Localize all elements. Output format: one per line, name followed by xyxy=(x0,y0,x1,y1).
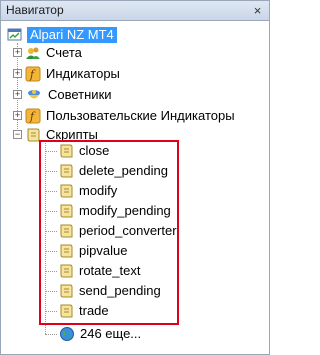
close-icon[interactable]: × xyxy=(250,3,265,18)
panel-titlebar: Навигатор × xyxy=(1,1,269,21)
terminal-icon xyxy=(7,28,22,41)
tree-item-indicators[interactable]: f Индикаторы xyxy=(25,65,120,83)
indicators-icon: f xyxy=(25,66,41,82)
panel-title: Навигатор xyxy=(6,3,64,17)
highlight-box xyxy=(39,140,179,325)
tree-item-custom-indicators[interactable]: f Пользовательские Индикаторы xyxy=(25,107,235,125)
tree-root[interactable]: Alpari NZ MT4 xyxy=(7,27,117,43)
globe-icon xyxy=(60,327,74,341)
tree-item-experts[interactable]: Советники xyxy=(25,86,112,104)
custom-indicators-icon: f xyxy=(25,108,41,124)
expand-icon[interactable]: + xyxy=(13,48,22,57)
accounts-icon xyxy=(26,47,40,59)
tree-item-label: Счета xyxy=(46,45,82,60)
tree-line xyxy=(45,334,57,335)
tree-item-label: Советники xyxy=(48,87,112,102)
tree-item-accounts[interactable]: Счета xyxy=(25,44,82,62)
expand-icon[interactable]: + xyxy=(13,111,22,120)
tree-root-label: Alpari NZ MT4 xyxy=(27,27,117,43)
tree-item-label: Пользовательские Индикаторы xyxy=(46,108,235,123)
tree-item-label: Индикаторы xyxy=(46,66,120,81)
more-scripts-link[interactable]: 246 еще... xyxy=(59,325,141,343)
more-scripts-label: 246 еще... xyxy=(80,326,142,341)
expand-icon[interactable]: + xyxy=(13,90,22,99)
collapse-icon[interactable]: − xyxy=(13,130,22,139)
expand-icon[interactable]: + xyxy=(13,69,22,78)
navigator-panel: Навигатор × Alpari NZ MT4 + Счета + f Ин… xyxy=(0,0,270,355)
experts-icon xyxy=(28,90,40,99)
